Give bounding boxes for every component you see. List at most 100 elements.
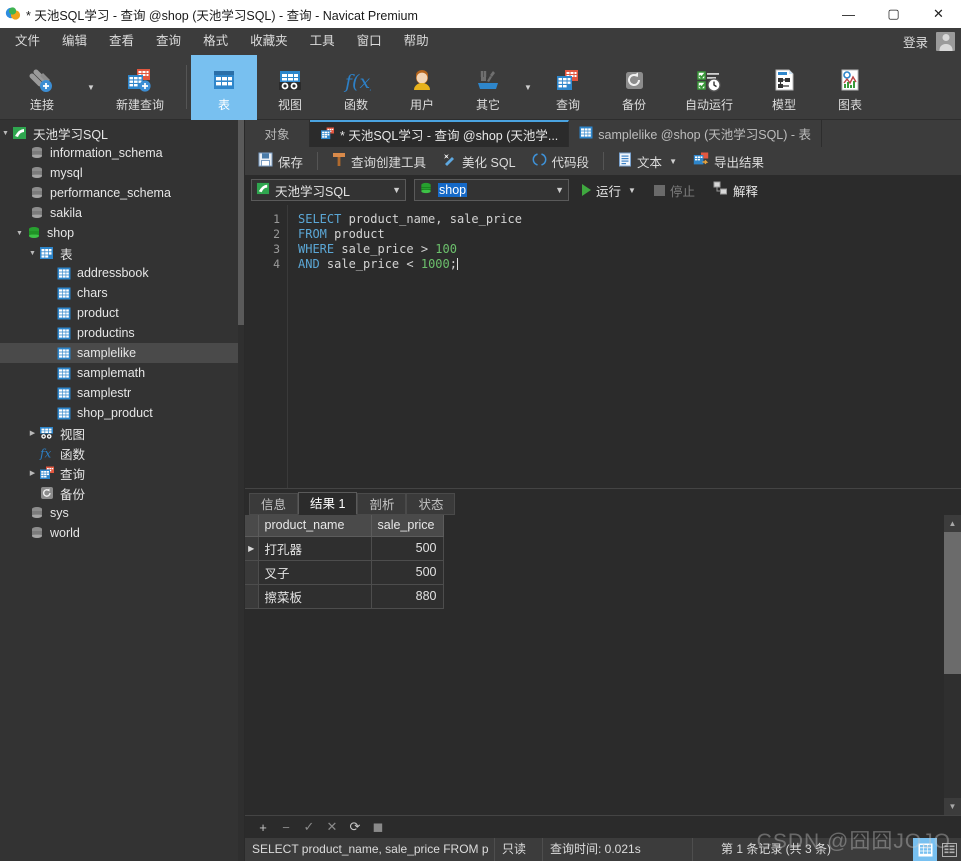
refresh-button[interactable]: ⟳ [345,818,365,837]
connection-select[interactable]: 天池学习SQL ▼ [251,179,406,201]
chevron-down-icon[interactable]: ▼ [14,230,25,237]
toolbar-table[interactable]: 表 [191,55,257,120]
tree-node-samplestr[interactable]: ▶ samplestr [0,383,244,403]
toolbar-connection[interactable]: 连接 [0,55,84,120]
sql-editor[interactable]: 1 2 3 4 SELECT product_name, sale_price … [245,205,961,488]
add-record-button[interactable]: + [253,818,273,837]
tab-profile[interactable]: 剖析 [357,493,407,515]
table-row[interactable]: 擦菜板 880 [245,584,444,609]
chevron-down-icon[interactable]: ▼ [669,157,677,166]
export-result-button[interactable]: 导出结果 [686,149,771,173]
menu-favorites[interactable]: 收藏夹 [239,28,299,55]
toolbar-user[interactable]: 用户 [389,55,455,120]
tab-status[interactable]: 状态 [406,493,456,515]
toolbar-chart[interactable]: 图表 [817,55,883,120]
minimize-button[interactable]: — [826,0,871,28]
editor-code[interactable]: SELECT product_name, sale_price FROM pro… [288,205,961,488]
close-button[interactable]: ✕ [916,0,961,28]
objects-button[interactable]: 对象 [245,120,310,147]
chevron-down-icon[interactable]: ▼ [392,185,401,195]
scroll-down-icon[interactable]: ▼ [944,798,961,815]
table-row[interactable]: 叉子 500 [245,560,444,585]
tab-table-document[interactable]: samplelike @shop (天池学习SQL) - 表 [569,120,823,147]
form-view-button[interactable] [937,838,961,861]
maximize-button[interactable]: ▢ [871,0,916,28]
scrollbar-track[interactable] [944,532,961,798]
menu-tools[interactable]: 工具 [299,28,346,55]
tree-node-shop[interactable]: ▼ shop [0,223,244,243]
database-select[interactable]: shop ▼ [414,179,569,201]
cell-product-name[interactable]: 叉子 [258,560,372,585]
tree-node-shop_product[interactable]: ▶ shop_product [0,403,244,423]
delete-record-button[interactable]: − [276,818,296,837]
tab-info[interactable]: 信息 [249,493,299,515]
tree-node-mysql[interactable]: ▶ mysql [0,163,244,183]
tree-node-productins[interactable]: ▶ productins [0,323,244,343]
menu-file[interactable]: 文件 [4,28,51,55]
chevron-right-icon[interactable]: ▶ [27,429,38,437]
results-grid[interactable]: product_name sale_price ▶ 打孔器 500 叉子 500… [245,515,944,815]
toolbar-new-query[interactable]: 新建查询 [98,55,182,120]
chevron-right-icon[interactable]: ▶ [27,469,38,477]
column-header-sale-price[interactable]: sale_price [371,515,444,537]
tree-node-addressbook[interactable]: ▶ addressbook [0,263,244,283]
tree-node-sys[interactable]: ▶ sys [0,503,244,523]
sidebar-scrollbar-thumb[interactable] [238,120,244,325]
cell-sale-price[interactable]: 500 [371,560,444,585]
toolbar-query[interactable]: 查询 [535,55,601,120]
toolbar-model[interactable]: 模型 [751,55,817,120]
snippet-button[interactable]: 代码段 [525,149,597,173]
table-row[interactable]: ▶ 打孔器 500 [245,536,444,561]
tree-node-queries-folder[interactable]: ▶ 查询 [0,463,244,483]
menu-view[interactable]: 查看 [98,28,145,55]
tree-node-connection[interactable]: ▼ 天池学习SQL [0,123,244,143]
tree-node-functions-folder[interactable]: ▶ fx 函数 [0,443,244,463]
tree-node-backups-folder[interactable]: ▶ 备份 [0,483,244,503]
tree-node-tables-folder[interactable]: ▼ 表 [0,243,244,263]
cell-product-name[interactable]: 打孔器 [258,536,372,561]
login-link[interactable]: 登录 [903,32,928,51]
cell-sale-price[interactable]: 880 [371,584,444,609]
menu-edit[interactable]: 编辑 [51,28,98,55]
grid-view-button[interactable] [913,838,937,861]
menu-query[interactable]: 查询 [145,28,192,55]
sidebar-scrollbar[interactable] [238,120,244,861]
menu-help[interactable]: 帮助 [393,28,440,55]
tree-node-views-folder[interactable]: ▶ 视图 [0,423,244,443]
cancel-change-button[interactable]: ✕ [322,818,342,837]
tab-result-1[interactable]: 结果 1 [298,492,358,515]
tree-node-samplelike[interactable]: ▶ samplelike [0,343,244,363]
beautify-sql-button[interactable]: 美化 SQL [435,149,523,173]
chevron-down-icon[interactable]: ▼ [0,130,11,137]
scrollbar-thumb[interactable] [944,532,961,674]
tree-node-chars[interactable]: ▶ chars [0,283,244,303]
other-dropdown-caret-icon[interactable]: ▼ [521,55,535,119]
tab-query-document[interactable]: * 天池SQL学习 - 查询 @shop (天池学... [310,120,570,147]
toolbar-view[interactable]: 视图 [257,55,323,120]
toolbar-function[interactable]: f(x) 函数 [323,55,389,120]
tree-node-sakila[interactable]: ▶ sakila [0,203,244,223]
text-view-button[interactable]: 文本 ▼ [611,149,684,173]
toolbar-other[interactable]: 其它 [455,55,521,120]
tree-node-product[interactable]: ▶ product [0,303,244,323]
chevron-down-icon[interactable]: ▼ [555,185,564,195]
query-builder-button[interactable]: 查询创建工具 [325,149,433,173]
tree-node-information_schema[interactable]: ▶ information_schema [0,143,244,163]
results-vertical-scrollbar[interactable]: ▲ ▼ [944,515,961,815]
menu-format[interactable]: 格式 [192,28,239,55]
apply-change-button[interactable]: ✓ [299,818,319,837]
cell-product-name[interactable]: 擦菜板 [258,584,372,609]
tree-node-samplemath[interactable]: ▶ samplemath [0,363,244,383]
run-button[interactable]: 运行 ▼ [577,179,641,201]
tree-node-world[interactable]: ▶ world [0,523,244,543]
menu-window[interactable]: 窗口 [346,28,393,55]
tree-node-performance_schema[interactable]: ▶ performance_schema [0,183,244,203]
connection-dropdown-caret-icon[interactable]: ▼ [84,55,98,119]
chevron-down-icon[interactable]: ▼ [27,250,38,257]
chevron-down-icon[interactable]: ▼ [628,186,636,195]
toolbar-automation[interactable]: 自动运行 [667,55,751,120]
column-header-product-name[interactable]: product_name [258,515,372,537]
stop-loading-button[interactable]: ◼ [368,818,388,837]
save-button[interactable]: 保存 [251,149,310,173]
explain-button[interactable]: 解释 [708,179,763,201]
